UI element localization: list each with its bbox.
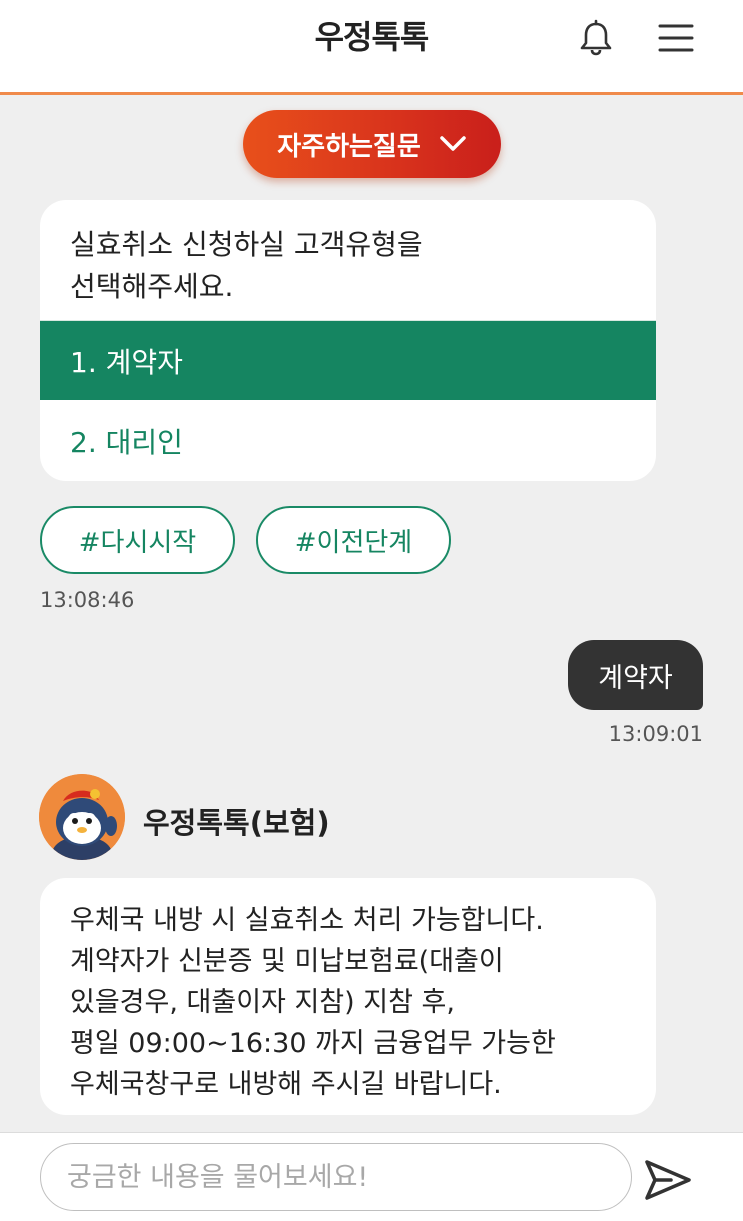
restart-chip[interactable]: #다시시작 — [40, 506, 235, 574]
bot-avatar — [39, 774, 125, 860]
card-prompt-line-1: 실효취소 신청하실 고객유형을 — [70, 228, 423, 261]
faq-label: 자주하는질문 — [277, 131, 421, 162]
chat-input[interactable] — [40, 1143, 632, 1211]
option-contractor[interactable]: 1. 계약자 — [40, 320, 656, 400]
bot-message-line: 평일 09:00~16:30 까지 금융업무 가능한 — [70, 1028, 556, 1059]
user-timestamp: 13:09:01 — [608, 722, 703, 746]
card-prompt-line-2: 선택해주세요. — [70, 270, 234, 303]
option-agent[interactable]: 2. 대리인 — [40, 400, 656, 481]
bell-icon[interactable] — [576, 18, 616, 58]
chevron-down-icon — [440, 136, 466, 151]
menu-icon[interactable] — [656, 20, 696, 56]
bot-name: 우정톡톡(보험) — [143, 806, 330, 840]
bot-message-bubble: 우체국 내방 시 실효취소 처리 가능합니다. 계약자가 신분증 및 미납보험료… — [40, 878, 656, 1115]
customer-type-card: 실효취소 신청하실 고객유형을 선택해주세요. 1. 계약자 2. 대리인 — [40, 200, 656, 481]
bot-message-line: 계약자가 신분증 및 미납보험료(대출이 — [70, 946, 504, 977]
chat-input-bar — [0, 1132, 743, 1221]
faq-button[interactable]: 자주하는질문 — [243, 110, 501, 178]
bot-timestamp: 13:08:46 — [40, 588, 135, 612]
send-button[interactable] — [638, 1153, 698, 1207]
bot-message-line: 우체국 내방 시 실효취소 처리 가능합니다. — [70, 905, 544, 936]
bot-message-line: 있을경우, 대출이자 지참) 지참 후, — [70, 987, 455, 1018]
app-header: 우정톡톡 — [0, 0, 743, 95]
previous-step-chip[interactable]: #이전단계 — [256, 506, 451, 574]
send-icon — [645, 1160, 691, 1200]
user-message-bubble: 계약자 — [568, 640, 703, 710]
app-title: 우정톡톡 — [314, 18, 430, 56]
card-prompt: 실효취소 신청하실 고객유형을 선택해주세요. — [70, 224, 630, 308]
penguin-avatar-icon — [39, 774, 125, 860]
bot-message-line: 우체국창구로 내방해 주시길 바랍니다. — [70, 1069, 502, 1100]
